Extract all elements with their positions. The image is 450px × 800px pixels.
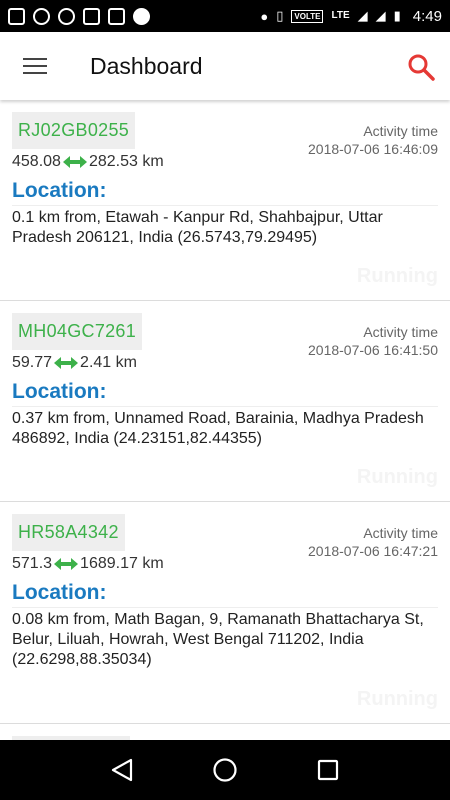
vehicle-card[interactable]: HR58A4342 Activity time 2018-07-06 16:47… (0, 502, 450, 724)
distance-from: 571.3 (12, 555, 53, 572)
search-button[interactable] (406, 52, 436, 82)
distance-to: 2.41 km (80, 354, 137, 371)
activity-label: Activity time (363, 324, 438, 340)
distance-to: 282.53 km (88, 153, 164, 170)
location-text: 0.37 km from, Unnamed Road, Barainia, Ma… (12, 410, 424, 447)
page-title: Dashboard (90, 52, 203, 79)
lte-label: LTE (331, 10, 350, 21)
navigation-bar (0, 740, 450, 800)
notification-dot-icon (133, 7, 150, 25)
status-text: Running (356, 466, 438, 488)
location-icon: ● (260, 8, 269, 24)
vehicle-card[interactable]: RJ02GB0255 Activity time 2018-07-06 16:4… (0, 100, 450, 301)
signal-icon-2: ◢ (375, 8, 386, 23)
activity-time: 2018-07-06 16:41:50 (308, 342, 438, 358)
app-bar: Dashboard (0, 32, 450, 100)
volte-badge: VOLTE (291, 9, 324, 23)
back-triangle-icon (111, 758, 132, 782)
vehicle-plate: MH04GC7261 (12, 313, 143, 350)
vehicle-plate: RJ02GB0255 (12, 112, 136, 149)
status-bar: ● ▯ VOLTE LTE ◢ ◢ ▮ 4:49 (0, 0, 450, 32)
vehicle-plate: HR58A4342 (12, 514, 125, 551)
message-icon (8, 7, 25, 25)
home-button[interactable] (210, 755, 240, 785)
gmail-icon (83, 7, 100, 25)
home-circle-icon (213, 758, 237, 782)
vehicle-list[interactable]: RJ02GB0255 Activity time 2018-07-06 16:4… (0, 100, 450, 740)
clock: 4:49 (412, 7, 442, 25)
activity-time: 2018-07-06 16:47:21 (308, 543, 438, 559)
search-icon (408, 54, 435, 81)
location-text: 0.1 km from, Etawah - Kanpur Rd, Shahbaj… (12, 209, 383, 246)
menu-button[interactable] (0, 32, 70, 100)
status-text: Running (356, 688, 438, 710)
activity-info: Activity time 2018-07-06 16:46:09 (308, 122, 438, 158)
activity-time: 2018-07-06 16:46:09 (308, 141, 438, 157)
double-arrow-icon (54, 357, 79, 369)
battery-icon: ▮ (393, 8, 401, 23)
distance-from: 59.77 (12, 354, 53, 371)
sync-icon (33, 7, 50, 25)
hamburger-icon (23, 58, 47, 74)
activity-label: Activity time (363, 123, 438, 139)
signal-icon: ◢ (357, 8, 368, 23)
double-arrow-icon (62, 156, 87, 168)
vibrate-icon: ▯ (276, 8, 284, 23)
whatsapp-icon (58, 7, 75, 25)
location-label: Location: (12, 581, 438, 608)
location-label: Location: (12, 179, 438, 206)
status-text: Running (356, 265, 438, 287)
recents-square-icon (318, 759, 339, 781)
location-text: 0.08 km from, Math Bagan, 9, Ramanath Bh… (12, 611, 424, 668)
activity-label: Activity time (363, 525, 438, 541)
location-label: Location: (12, 380, 438, 407)
activity-info: Activity time 2018-07-06 16:47:21 (308, 524, 438, 560)
distance-to: 1689.17 km (80, 555, 164, 572)
back-button[interactable] (107, 755, 137, 785)
distance-from: 458.08 (12, 153, 61, 170)
recents-button[interactable] (313, 755, 343, 785)
activity-info: Activity time 2018-07-06 16:41:50 (308, 323, 438, 359)
double-arrow-icon (54, 558, 79, 570)
gmail-icon-2 (108, 7, 125, 25)
vehicle-card[interactable]: MH04GC7261 Activity time 2018-07-06 16:4… (0, 301, 450, 502)
